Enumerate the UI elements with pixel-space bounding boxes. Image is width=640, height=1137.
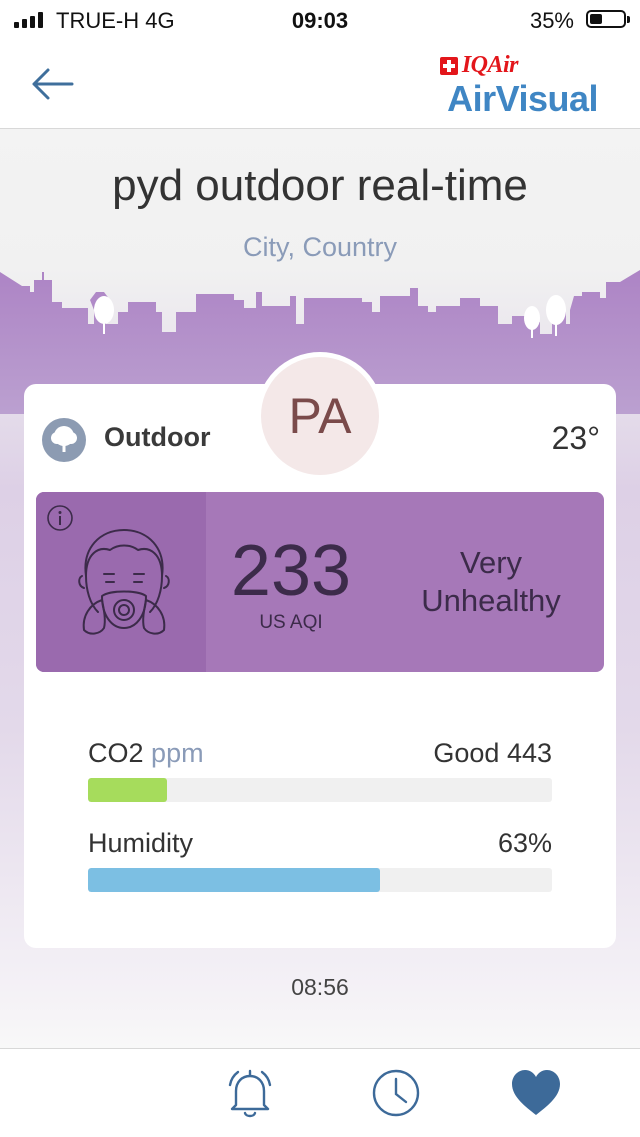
info-icon[interactable] bbox=[46, 504, 74, 532]
bell-icon bbox=[228, 1069, 272, 1118]
co2-value: Good 443 bbox=[433, 738, 552, 768]
aqi-status-line-2: Unhealthy bbox=[421, 583, 561, 618]
humidity-bar-fill bbox=[88, 868, 381, 892]
bottom-tab-bar bbox=[0, 1048, 640, 1137]
humidity-bar-track bbox=[88, 868, 552, 892]
humidity-metric: Humidity 63% bbox=[88, 828, 552, 892]
back-button[interactable] bbox=[26, 62, 80, 106]
arrow-left-icon bbox=[32, 68, 74, 100]
co2-bar-track bbox=[88, 778, 552, 802]
co2-label: CO2 ppm bbox=[88, 738, 204, 769]
heart-icon bbox=[512, 1070, 560, 1115]
humidity-label: Humidity bbox=[88, 828, 194, 858]
device-location: City, Country bbox=[242, 232, 398, 262]
co2-metric: CO2 ppm Good 443 bbox=[88, 738, 552, 802]
alerts-tab[interactable] bbox=[220, 1063, 280, 1123]
device-type-label: Outdoor bbox=[104, 422, 211, 452]
humidity-value: 63% bbox=[497, 828, 552, 858]
co2-bar-fill bbox=[88, 778, 167, 802]
brand-small: IQAir bbox=[461, 52, 519, 78]
swiss-flag-icon bbox=[439, 56, 458, 75]
co2-unit: ppm bbox=[151, 738, 204, 768]
battery-percentage: 35% bbox=[529, 8, 574, 33]
device-avatar: PA bbox=[261, 357, 379, 475]
battery-icon bbox=[586, 10, 630, 28]
iqair-airvisual-logo: IQAir AirVisual bbox=[418, 52, 598, 119]
status-bar: TRUE-H 4G 09:03 35% bbox=[0, 0, 640, 40]
aqi-status: Very Unhealthy bbox=[406, 544, 576, 620]
co2-name: CO2 bbox=[88, 738, 144, 768]
aqi-unit: US AQI bbox=[259, 612, 323, 633]
tree-icon bbox=[42, 418, 86, 462]
aqi-value: 233 bbox=[230, 531, 352, 611]
face-mask-icon bbox=[74, 524, 174, 644]
history-tab[interactable] bbox=[366, 1063, 426, 1123]
favorites-tab[interactable] bbox=[506, 1063, 566, 1123]
aqi-status-line-1: Very bbox=[459, 545, 523, 580]
brand-large: AirVisual bbox=[447, 78, 598, 119]
last-updated-time: 08:56 bbox=[291, 974, 349, 1000]
clock-icon bbox=[372, 1069, 420, 1117]
temperature: 23° bbox=[551, 420, 600, 456]
aqi-panel: 233 US AQI Very Unhealthy bbox=[36, 492, 604, 672]
device-title: pyd outdoor real-time bbox=[112, 161, 528, 210]
nav-bar: IQAir AirVisual bbox=[0, 40, 640, 129]
